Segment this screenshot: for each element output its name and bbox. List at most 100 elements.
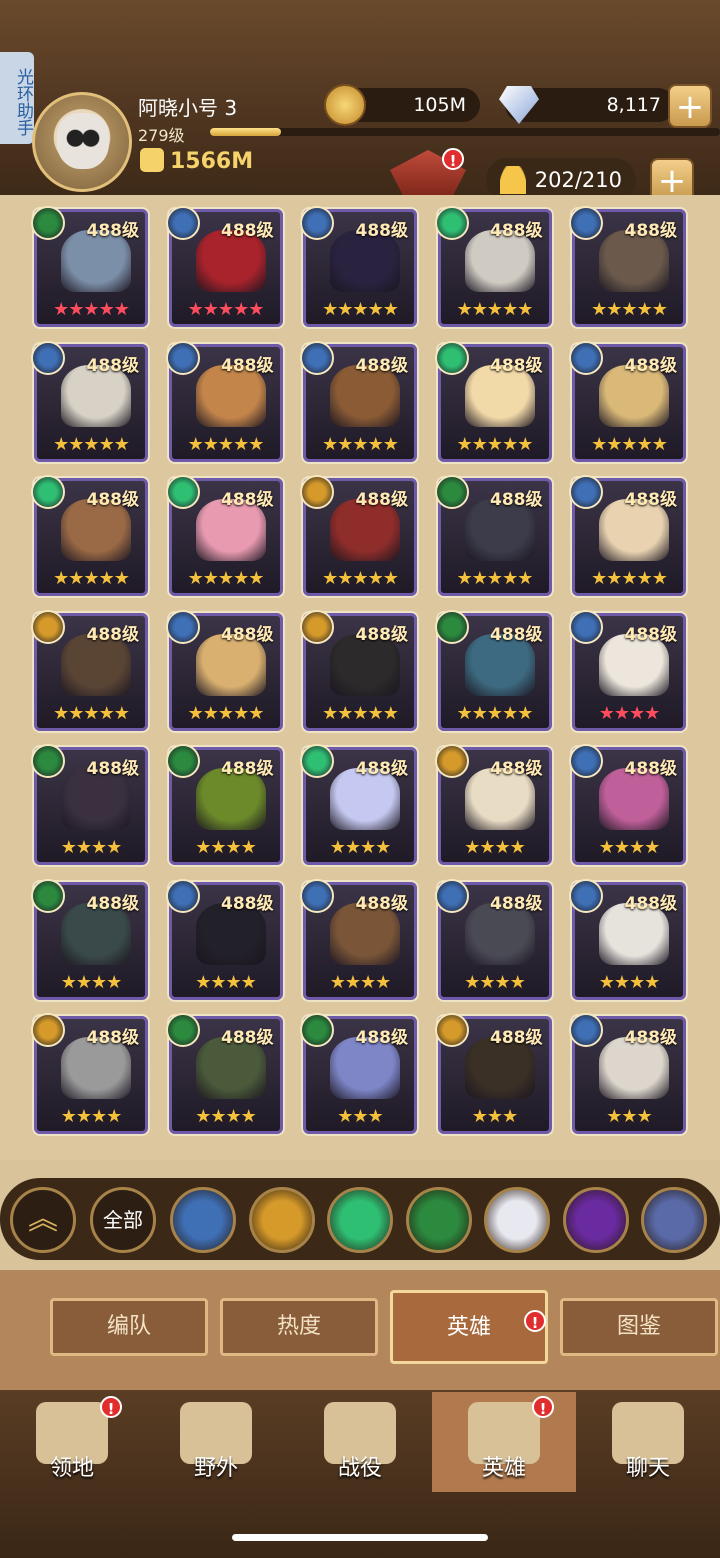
hero-card[interactable]: 488级 ★★★★★	[31, 206, 148, 327]
hero-card[interactable]: 488级 ★★★★★	[569, 340, 686, 462]
faction-icon	[300, 206, 334, 240]
xp-fill	[210, 128, 282, 136]
hero-level: 488级	[624, 221, 678, 241]
hero-card[interactable]: 488级 ★★★★	[434, 744, 552, 865]
hero-card[interactable]: 488级 ★★★	[569, 1013, 686, 1134]
hero-stars: ★★★★	[464, 837, 526, 858]
hero-level: 488级	[355, 490, 409, 510]
hero-card[interactable]: 488级 ★★★★	[165, 1013, 283, 1134]
hero-card[interactable]: 488级 ★★★★	[165, 744, 283, 865]
mauler-icon[interactable]	[248, 1187, 315, 1253]
sort-toggle-chevron-up-icon[interactable]: ︽	[10, 1187, 76, 1253]
hero-level: 488级	[490, 624, 543, 645]
tab-popularity[interactable]: 热度	[220, 1298, 378, 1356]
hero-card[interactable]: 488级 ★★★★★	[569, 475, 686, 596]
filter-all-button[interactable]: 全部	[90, 1187, 156, 1253]
gem-counter: 8,117	[499, 86, 675, 124]
hero-card[interactable]: 488级 ★★★★	[31, 744, 148, 865]
faction-icon	[165, 878, 200, 913]
assistant-side-tab[interactable]: 光环助手	[0, 52, 34, 144]
faction-icon	[300, 744, 334, 778]
home-indicator	[232, 1534, 488, 1541]
hero-stars: ★★★	[606, 1106, 652, 1127]
hero-stars: ★★★★	[195, 1106, 257, 1127]
hero-card[interactable]: 488级 ★★★★★	[569, 206, 686, 327]
faction-icon	[165, 206, 200, 240]
nav-campaign[interactable]: 战役	[288, 1392, 432, 1492]
player-avatar[interactable]	[32, 92, 132, 192]
nav-heroes[interactable]: 英雄	[432, 1392, 576, 1492]
faction-icon	[434, 878, 469, 913]
hero-card[interactable]: 488级 ★★★★★	[434, 475, 552, 596]
tab-heroes-alert-badge: !	[524, 1310, 546, 1332]
faction-icon	[165, 475, 200, 509]
hero-card[interactable]: 488级 ★★★★★	[300, 340, 417, 462]
hero-card[interactable]: 488级 ★★★★	[569, 878, 686, 1000]
hero-card[interactable]: 488级 ★★★	[434, 1013, 552, 1134]
faction-icon	[31, 878, 65, 913]
graveborn-icon[interactable]	[405, 1187, 472, 1253]
hero-card[interactable]: 488级 ★★★★	[569, 744, 686, 865]
hero-level: 488级	[490, 355, 543, 376]
hero-stars: ★★★★★	[187, 433, 265, 455]
dimensional-icon[interactable]	[641, 1187, 707, 1253]
hero-card[interactable]: 488级 ★★★★	[300, 744, 417, 865]
hero-level: 488级	[86, 624, 140, 645]
hero-card[interactable]: 488级 ★★★★★	[300, 609, 417, 731]
hero-stars: ★★★★	[195, 837, 257, 858]
hero-level: 488级	[221, 624, 274, 645]
hero-card[interactable]: 488级 ★★★★★	[300, 475, 417, 596]
hero-level: 488级	[86, 355, 140, 376]
gold-counter: 105M	[324, 84, 480, 126]
hero-card[interactable]: 488级 ★★★★★	[165, 609, 283, 731]
nav-chat[interactable]: 聊天	[576, 1392, 720, 1492]
hero-card[interactable]: 488级 ★★★★★	[434, 206, 552, 327]
hero-card[interactable]: 488级 ★★★★	[31, 878, 148, 1000]
nav-wilds[interactable]: 野外	[144, 1392, 288, 1492]
buy-gems-plus-icon[interactable]: +	[668, 84, 712, 128]
hypogean-icon[interactable]	[562, 1187, 629, 1253]
hero-card[interactable]: 488级 ★★★★	[569, 609, 686, 731]
hero-stars: ★★★★	[329, 971, 392, 993]
lightbearer-icon[interactable]	[170, 1187, 236, 1253]
hero-card[interactable]: 488级 ★★★★★	[31, 475, 148, 596]
faction-icon	[569, 206, 603, 240]
hero-card[interactable]: 488级 ★★★★	[31, 1013, 148, 1134]
hero-card[interactable]: 488级 ★★★★★	[300, 206, 417, 327]
hero-stars: ★★★★★	[322, 299, 399, 320]
team-power: 1566M	[140, 148, 253, 174]
tab-formation[interactable]: 编队	[50, 1298, 208, 1356]
hero-card[interactable]: 488级 ★★★★★	[165, 340, 283, 462]
faction-icon	[300, 878, 334, 913]
faction-icon	[300, 1013, 334, 1047]
faction-icon	[31, 206, 65, 240]
hero-card[interactable]: 488级 ★★★★★	[165, 206, 283, 327]
celestial-icon[interactable]	[484, 1187, 550, 1253]
hero-card[interactable]: 488级 ★★★★	[165, 878, 283, 1000]
hero-level: 488级	[221, 759, 274, 779]
hero-card[interactable]: 488级 ★★★★★	[434, 609, 552, 731]
hero-card[interactable]: 488级 ★★★	[300, 1013, 417, 1134]
wilder-icon[interactable]	[327, 1187, 393, 1253]
gold-value: 105M	[413, 94, 466, 116]
hero-card[interactable]: 488级 ★★★★★	[31, 340, 148, 462]
hero-grid: 488级 ★★★★★ 488级 ★★★★★ 488级 ★★★★★ 488级 ★★★★★ 488级…	[0, 195, 720, 1160]
nav-chat-label: 聊天	[625, 1456, 670, 1481]
hero-card[interactable]: 488级 ★★★★★	[31, 609, 148, 731]
hero-level: 488级	[86, 759, 140, 779]
hero-card[interactable]: 488级 ★★★★	[434, 878, 552, 1000]
hero-card[interactable]: 488级 ★★★★★	[434, 340, 552, 462]
hero-level: 488级	[490, 490, 543, 510]
hero-stars: ★★★★★	[187, 702, 265, 724]
hero-card[interactable]: 488级 ★★★★	[300, 878, 417, 1000]
tab-codex[interactable]: 图鉴	[560, 1298, 718, 1356]
hero-card[interactable]: 488级 ★★★★★	[165, 475, 283, 596]
hero-stars: ★★★★★	[591, 568, 668, 589]
faction-icon	[31, 744, 65, 778]
hero-stars: ★★★★★	[53, 433, 130, 455]
nav-heroes-label: 英雄	[481, 1456, 526, 1481]
hero-stars: ★★★★	[60, 971, 123, 993]
tab-heroes[interactable]: 英雄	[390, 1290, 548, 1364]
hero-level: 488级	[490, 221, 543, 241]
nav-realm[interactable]: 领地	[0, 1392, 144, 1492]
